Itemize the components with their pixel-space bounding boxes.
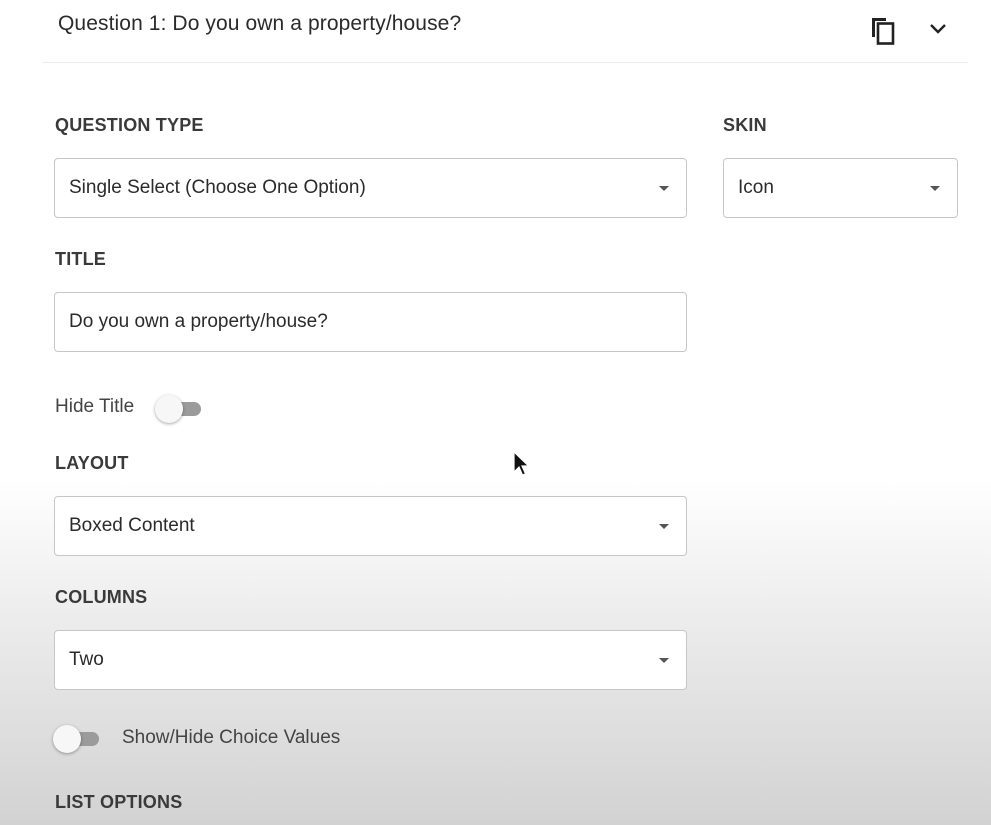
caret-down-icon [659, 186, 669, 191]
toggle-knob [155, 395, 183, 423]
skin-label: SKIN [723, 115, 767, 135]
caret-down-icon [659, 524, 669, 529]
columns-label: COLUMNS [55, 587, 148, 607]
hide-title-label: Hide Title [55, 396, 135, 417]
chevron-down-icon[interactable] [926, 16, 950, 40]
hide-title-toggle[interactable] [155, 395, 203, 423]
list-options-label: LIST OPTIONS [55, 792, 183, 812]
layout-select[interactable]: Boxed Content [54, 496, 687, 556]
choice-values-label: Show/Hide Choice Values [122, 727, 341, 748]
title-label: TITLE [55, 249, 106, 269]
toggle-knob [53, 725, 81, 753]
columns-select[interactable]: Two [54, 630, 687, 690]
title-input[interactable]: Do you own a property/house? [54, 292, 687, 352]
layout-label: LAYOUT [55, 453, 129, 473]
question-type-label: QUESTION TYPE [55, 115, 204, 135]
mouse-pointer-icon [512, 450, 530, 478]
question-header: Question 1: Do you own a property/house? [42, 0, 968, 63]
caret-down-icon [930, 186, 940, 191]
skin-select[interactable]: Icon [723, 158, 958, 218]
question-type-value: Single Select (Choose One Option) [69, 177, 366, 198]
layout-value: Boxed Content [69, 515, 195, 536]
caret-down-icon [659, 658, 669, 663]
question-title: Question 1: Do you own a property/house? [58, 12, 462, 35]
question-type-select[interactable]: Single Select (Choose One Option) [54, 158, 687, 218]
columns-value: Two [69, 649, 104, 670]
choice-values-toggle[interactable] [53, 725, 101, 753]
skin-value: Icon [738, 177, 774, 198]
copy-icon[interactable] [868, 14, 898, 48]
title-input-value: Do you own a property/house? [69, 311, 328, 332]
